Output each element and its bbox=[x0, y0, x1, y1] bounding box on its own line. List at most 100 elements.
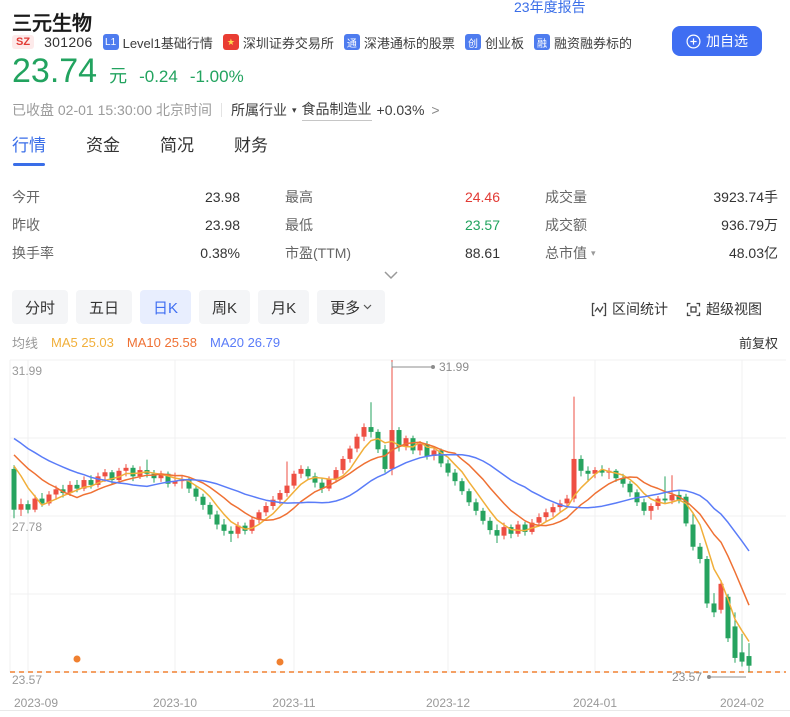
x-axis-label: 2023-12 bbox=[426, 696, 470, 710]
candle-body bbox=[564, 498, 570, 504]
period-日K[interactable]: 日K bbox=[140, 290, 192, 324]
stat-label: 换手率 bbox=[12, 245, 54, 261]
candle-body bbox=[704, 558, 710, 604]
industry-link[interactable]: 所属行业 ▾ 食品制造业 +0.03% > bbox=[231, 99, 440, 121]
stock-badge: 通深港通标的股票 bbox=[343, 33, 455, 52]
caret-down-icon: ▾ bbox=[291, 104, 297, 115]
stat-value: 24.46 bbox=[464, 189, 500, 205]
y-axis-label: 31.99 bbox=[12, 364, 42, 378]
x-axis-label: 2023-10 bbox=[153, 696, 197, 710]
high-annotation-line bbox=[391, 362, 433, 368]
tab-行情[interactable]: 行情 bbox=[12, 131, 46, 166]
candle-body bbox=[221, 524, 227, 531]
stat-市盈(TTM): 市盈(TTM) 88.61 bbox=[285, 243, 500, 263]
candle-body bbox=[669, 494, 675, 501]
candlestick-chart[interactable]: 31.99 23.57 31.99 27.78 23.57 2023-09 2023-10 2… bbox=[0, 350, 790, 717]
candle-body bbox=[18, 504, 24, 510]
stock-badge: L1 Level1基础行情 bbox=[102, 33, 213, 52]
stat-value: 48.03亿 bbox=[728, 245, 778, 261]
candle-body bbox=[291, 473, 297, 486]
tab-资金[interactable]: 资金 bbox=[86, 131, 120, 166]
badge-label: 深港通标的股票 bbox=[363, 35, 455, 51]
badge-icon: 融 bbox=[533, 34, 550, 50]
candle-body bbox=[732, 626, 738, 658]
annual-report-link[interactable]: 23年度报告 bbox=[514, 0, 586, 17]
event-dot bbox=[276, 658, 284, 666]
low-annotation-label: 23.57 bbox=[672, 670, 702, 684]
x-axis-label: 2024-01 bbox=[573, 696, 617, 710]
tool-超级视图[interactable]: 超级视图 bbox=[686, 299, 762, 319]
stock-badge: ★ 深圳证券交易所 bbox=[222, 33, 334, 52]
candle-body bbox=[571, 458, 577, 499]
stat-最高: 最高 24.46 bbox=[285, 187, 500, 207]
chart-tools: 区间统计 超级视图 bbox=[591, 299, 762, 319]
candle-body bbox=[613, 470, 619, 479]
event-dot bbox=[73, 655, 81, 663]
y-axis-label: 23.57 bbox=[12, 673, 42, 687]
x-axis-label: 2023-11 bbox=[272, 696, 315, 710]
stat-label[interactable]: 总市值 ▾ bbox=[545, 243, 596, 263]
caret-down-icon: ▾ bbox=[591, 247, 596, 258]
add-watchlist-button[interactable]: 加自选 bbox=[672, 26, 762, 56]
candle-body bbox=[200, 496, 206, 505]
candle-body bbox=[207, 504, 213, 515]
badge-label: 融资融券标的 bbox=[553, 35, 632, 51]
candle-body bbox=[543, 512, 549, 518]
price-unit: 元 bbox=[109, 66, 128, 86]
stock-badge: 融融资融券标的 bbox=[533, 33, 632, 52]
badge-label: Level1基础行情 bbox=[122, 35, 213, 51]
candle-body bbox=[662, 498, 668, 501]
ma-legend-10: MA10 25.58 bbox=[126, 335, 197, 350]
candle-body bbox=[361, 427, 367, 437]
period-月K[interactable]: 月K bbox=[258, 290, 310, 324]
tab-简况[interactable]: 简况 bbox=[160, 131, 194, 166]
candle-body bbox=[480, 510, 486, 521]
high-annotation-dot bbox=[431, 365, 435, 369]
candle-body bbox=[494, 530, 500, 536]
candle-body bbox=[536, 517, 542, 523]
market-status: 已收盘 02-01 15:30:00 北京时间 bbox=[12, 102, 212, 118]
candle-body bbox=[263, 505, 269, 513]
period-周K[interactable]: 周K bbox=[199, 290, 251, 324]
candle-body bbox=[410, 438, 416, 451]
price-change: -0.24 bbox=[139, 67, 178, 86]
stat-value: 3923.74手 bbox=[713, 189, 778, 205]
tab-财务[interactable]: 财务 bbox=[234, 131, 268, 166]
price-change-percent: -1.00% bbox=[189, 67, 244, 86]
candle-body bbox=[466, 491, 472, 503]
x-axis-label: 2024-02 bbox=[720, 696, 764, 710]
candle-body bbox=[382, 449, 388, 469]
expand-stats-chevron[interactable] bbox=[384, 267, 398, 285]
candle-body bbox=[585, 470, 591, 474]
candle-body bbox=[641, 502, 647, 511]
stat-value: 88.61 bbox=[464, 245, 500, 261]
candle-body bbox=[487, 520, 493, 531]
stat-label: 最高 bbox=[285, 189, 313, 205]
candle-body bbox=[690, 524, 696, 547]
divider bbox=[220, 103, 222, 117]
candle-body bbox=[130, 467, 136, 477]
candle-body bbox=[298, 468, 304, 474]
x-axis-label: 2023-09 bbox=[14, 696, 58, 710]
candle-body bbox=[88, 480, 94, 485]
badge-list: L1 Level1基础行情 ★ 深圳证券交易所通深港通标的股票创创业板融融资融券标的 bbox=[102, 33, 632, 52]
price-row: 23.74 元 -0.24 -1.00% bbox=[12, 52, 244, 91]
badge-label: 深圳证券交易所 bbox=[242, 35, 334, 51]
candle-body bbox=[578, 458, 584, 471]
tool-区间统计[interactable]: 区间统计 bbox=[591, 299, 668, 319]
period-更多[interactable]: 更多 bbox=[317, 290, 386, 324]
main-tabs: 行情 资金 简况 财务 bbox=[12, 131, 268, 166]
stat-成交量: 成交量 3923.74手 bbox=[545, 187, 778, 207]
stock-title: 三元生物 bbox=[12, 13, 92, 35]
candle-body bbox=[501, 527, 507, 536]
exchange-flag-icon: ★ bbox=[222, 34, 239, 50]
period-分时[interactable]: 分时 bbox=[12, 290, 69, 324]
stat-换手率: 换手率 0.38% bbox=[12, 243, 240, 263]
candle-body bbox=[459, 481, 465, 492]
status-row: 已收盘 02-01 15:30:00 北京时间 所属行业 ▾ 食品制造业 +0.… bbox=[12, 99, 440, 121]
stat-label: 最低 bbox=[285, 217, 313, 233]
industry-change: +0.03% bbox=[376, 102, 425, 118]
period-五日[interactable]: 五日 bbox=[76, 290, 133, 324]
chevron-down-icon bbox=[384, 271, 398, 280]
stat-value: 23.98 bbox=[204, 217, 240, 233]
